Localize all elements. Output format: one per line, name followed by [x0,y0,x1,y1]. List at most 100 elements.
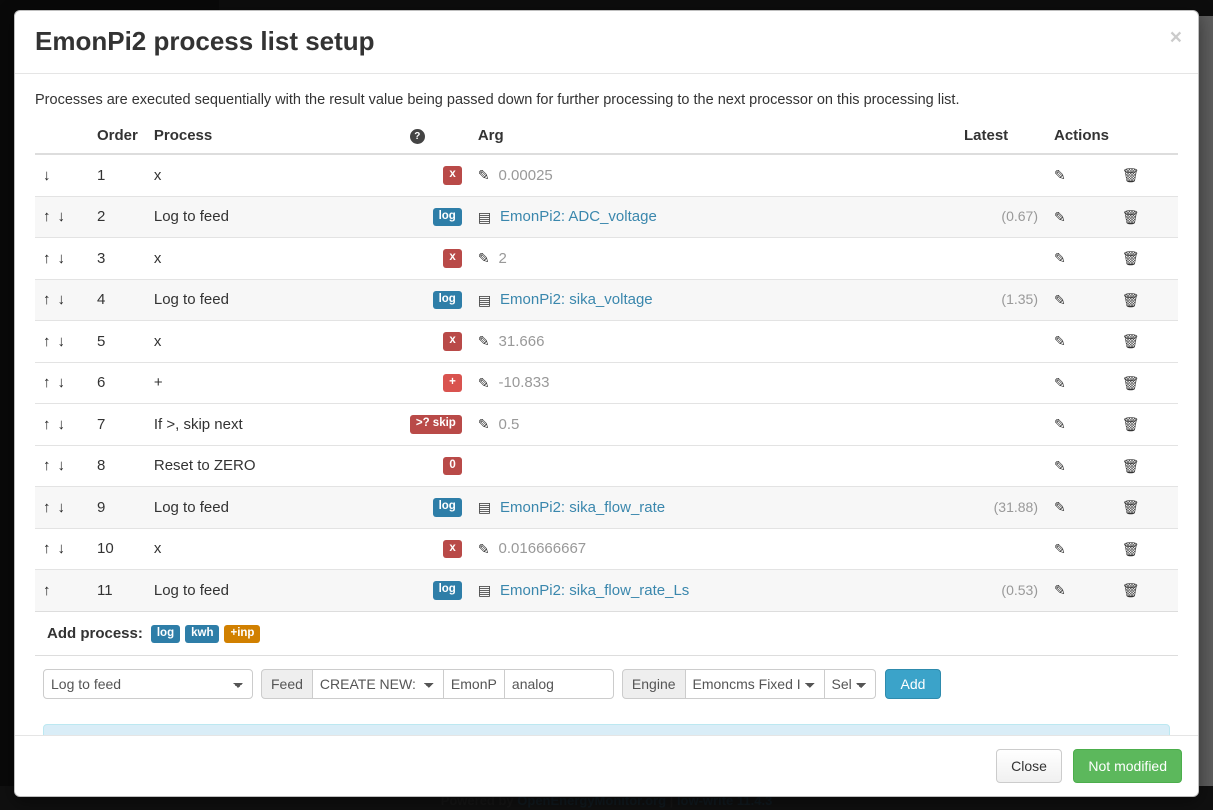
delete-icon[interactable]: 🗑 [1122,210,1140,224]
close-button[interactable]: Close [996,748,1062,783]
row-arg-cell [469,444,956,487]
move-up-icon[interactable]: ↑ [43,417,51,432]
move-up-icon[interactable]: ↑ [43,251,51,266]
feed-icon[interactable]: ▤ [478,293,491,307]
process-type-select[interactable]: Log to feed [43,669,253,700]
row-badge-cell: log [401,569,470,611]
row-arg-cell: ✎ 2 [469,237,956,280]
add-process-label: Add process: [47,625,143,643]
feed-link[interactable]: EmonPi2: sika_voltage [500,291,653,308]
process-type-badge: x [443,539,462,559]
edit-icon[interactable]: ✎ [1054,210,1066,224]
edit-icon[interactable]: ✎ [1054,459,1066,473]
row-badge-cell: log [401,195,470,238]
move-down-icon[interactable]: ↓ [58,500,66,515]
delete-icon[interactable]: 🗑 [1122,459,1140,473]
edit-icon[interactable]: ✎ [1054,500,1066,514]
move-up-icon[interactable]: ↑ [43,375,51,390]
delete-icon[interactable]: 🗑 [1122,583,1140,597]
edit-arg-icon[interactable]: ✎ [478,251,490,265]
interval-select[interactable]: Select [823,669,876,700]
edit-arg-icon[interactable]: ✎ [478,334,490,348]
delete-icon[interactable]: 🗑 [1122,168,1140,182]
edit-arg-icon[interactable]: ✎ [478,376,490,390]
row-move-cell: ↑ ↓ [35,527,89,570]
arg-value: 0.00025 [498,166,553,184]
row-badge-cell: 0 [401,444,470,487]
feed-icon[interactable]: ▤ [478,500,491,514]
edit-arg-icon[interactable]: ✎ [478,542,490,556]
move-up-icon[interactable]: ↑ [43,541,51,556]
add-process-shortcut-kwh[interactable]: kwh [185,624,220,644]
row-move-cell: ↑ ↓ [35,486,89,529]
row-latest-cell [956,361,1046,404]
row-process-name: If >, skip next [145,403,402,446]
edit-icon[interactable]: ✎ [1054,168,1066,182]
delete-icon[interactable]: 🗑 [1122,376,1140,390]
row-arg-cell: ✎ 31.666 [469,320,956,363]
move-down-icon[interactable]: ↓ [58,541,66,556]
edit-icon[interactable]: ✎ [1054,293,1066,307]
add-button[interactable]: Add [884,669,942,700]
delete-icon[interactable]: 🗑 [1122,293,1140,307]
table-row: ↑ ↓ 5 x x ✎ 31.666 ✎ 🗑 [35,320,1178,363]
process-type-badge: + [443,373,462,393]
feed-select[interactable]: CREATE NEW: [311,669,444,700]
delete-icon[interactable]: 🗑 [1122,500,1140,514]
move-up-icon[interactable]: ↑ [43,500,51,515]
row-actions-cell: ✎ 🗑 [1046,486,1178,529]
table-row: ↑ ↓ 7 If >, skip next >? skip ✎ 0.5 ✎ 🗑 [35,403,1178,446]
move-down-icon[interactable]: ↓ [58,334,66,349]
delete-icon[interactable]: 🗑 [1122,542,1140,556]
engine-select[interactable]: Emoncms Fixed Interval [684,669,825,700]
help-icon[interactable]: ? [409,129,425,145]
add-process-form: Log to feed Feed CREATE NEW: Engine Emon… [35,655,1178,712]
row-actions-cell: ✎ 🗑 [1046,361,1178,404]
add-process-shortcut-inp[interactable]: +inp [224,624,261,644]
move-up-icon[interactable]: ↑ [43,292,51,307]
save-button[interactable]: Not modified [1073,748,1182,783]
arg-value: 2 [498,249,507,267]
process-type-badge: 0 [443,456,462,476]
edit-icon[interactable]: ✎ [1054,334,1066,348]
edit-icon[interactable]: ✎ [1054,417,1066,431]
move-down-icon[interactable]: ↓ [43,168,51,183]
edit-icon[interactable]: ✎ [1054,542,1066,556]
edit-icon[interactable]: ✎ [1054,583,1066,597]
row-process-name: Reset to ZERO [145,444,402,487]
move-down-icon[interactable]: ↓ [58,251,66,266]
move-down-icon[interactable]: ↓ [58,375,66,390]
feed-link[interactable]: EmonPi2: ADC_voltage [500,208,657,225]
move-up-icon[interactable]: ↑ [43,458,51,473]
add-process-shortcut-log[interactable]: log [150,624,181,644]
move-up-icon[interactable]: ↑ [43,209,51,224]
move-down-icon[interactable]: ↓ [58,292,66,307]
delete-icon[interactable]: 🗑 [1122,251,1140,265]
edit-arg-icon[interactable]: ✎ [478,168,490,182]
edit-icon[interactable]: ✎ [1054,251,1066,265]
move-up-icon[interactable]: ↑ [43,583,51,598]
feed-name-input[interactable] [503,669,614,700]
feed-link[interactable]: EmonPi2: sika_flow_rate [500,499,665,516]
row-move-cell: ↑ [35,569,89,611]
feed-icon[interactable]: ▤ [478,210,491,224]
delete-icon[interactable]: 🗑 [1122,417,1140,431]
process-type-badge: x [443,166,462,185]
feed-link[interactable]: EmonPi2: sika_flow_rate_Ls [500,582,689,599]
edit-icon[interactable]: ✎ [1054,376,1066,390]
feed-icon[interactable]: ▤ [478,583,491,597]
table-body: ↓ 1 x x ✎ 0.00025 ✎ 🗑 ↑ ↓ 2 Log to feed log ▤ EmonPi2:… [35,153,1178,611]
row-actions-cell: ✎ 🗑 [1046,569,1178,611]
edit-arg-icon[interactable]: ✎ [478,417,490,431]
delete-icon[interactable]: 🗑 [1122,334,1140,348]
row-badge-cell: x [401,237,470,280]
row-actions-cell: ✎ 🗑 [1046,444,1178,487]
move-down-icon[interactable]: ↓ [58,417,66,432]
close-icon[interactable]: × [1170,27,1182,48]
row-order: 2 [89,195,146,238]
move-down-icon[interactable]: ↓ [58,458,66,473]
move-down-icon[interactable]: ↓ [58,209,66,224]
move-up-icon[interactable]: ↑ [43,334,51,349]
page-title: EmonPi2 process list setup [35,26,375,56]
feed-prefix-input[interactable] [442,669,505,700]
